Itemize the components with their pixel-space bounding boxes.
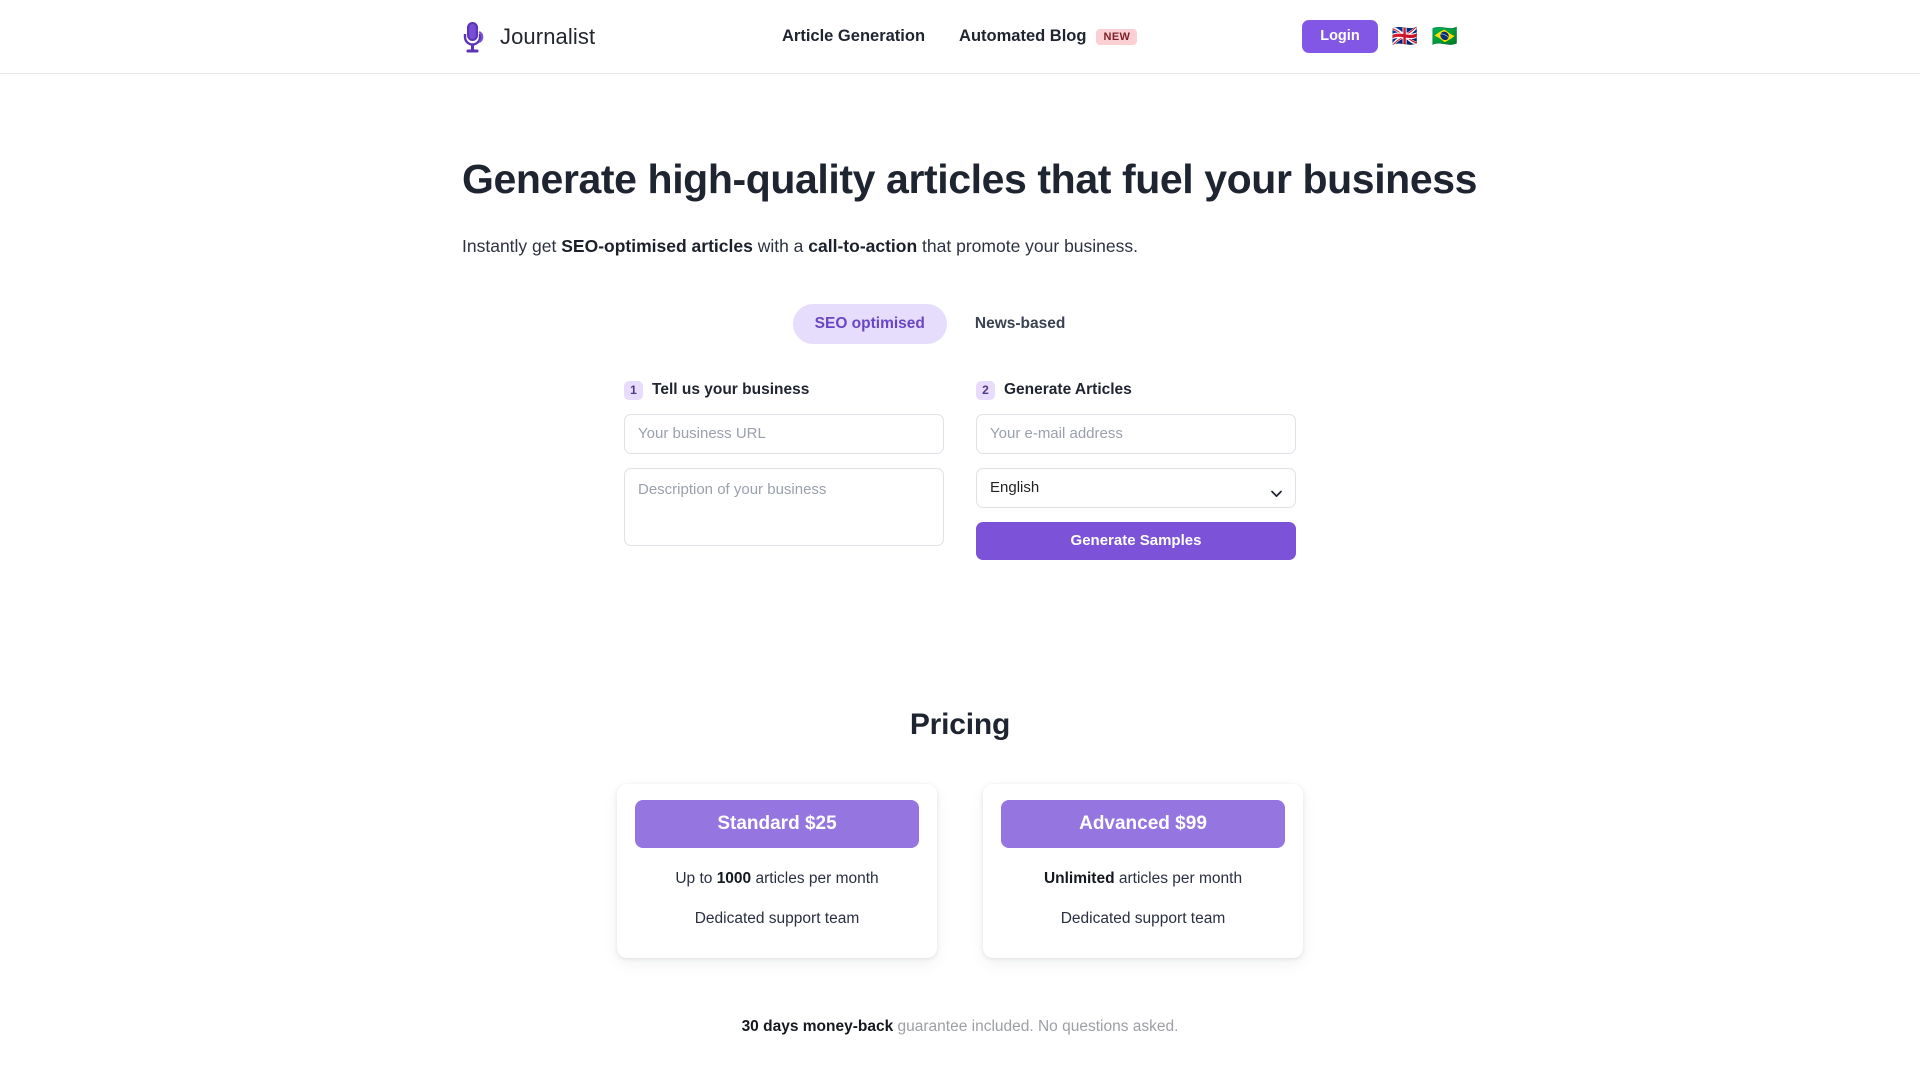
subtitle-bold-2: call-to-action: [808, 236, 918, 257]
step-1-number: 1: [624, 380, 643, 400]
plan-feature-support: Dedicated support team: [694, 909, 860, 927]
nav-item-article-generation[interactable]: Article Generation: [782, 27, 925, 46]
business-description-textarea[interactable]: [624, 467, 944, 546]
nav-item-label: Article Generation: [782, 27, 926, 45]
pricing-card-advanced: Advanced $99 Unlimited articles per mont…: [983, 783, 1303, 958]
pricing-title: Pricing: [909, 707, 1011, 741]
feature-text-bold: Unlimited: [1043, 869, 1115, 887]
tab-news-based[interactable]: News-based: [953, 304, 1087, 344]
language-select[interactable]: English: [976, 467, 1296, 508]
hero-section: Generate high-quality articles that fuel…: [0, 74, 1920, 560]
main-navigation: Article Generation Automated Blog NEW: [782, 27, 1138, 46]
plan-standard-button[interactable]: Standard $25: [635, 799, 919, 848]
microphone-icon: [462, 20, 488, 54]
step-1-header: 1 Tell us your business: [624, 380, 944, 400]
feature-text-post: articles per month: [751, 869, 879, 887]
step-2-number: 2: [976, 380, 995, 400]
plan-feature-articles: Unlimited articles per month: [1001, 870, 1285, 888]
guarantee-rest: guarantee included. No questions asked.: [893, 1017, 1179, 1035]
money-back-guarantee: 30 days money-back guarantee included. N…: [0, 1018, 1920, 1036]
subtitle-bold-1: SEO-optimised articles: [561, 236, 753, 257]
nav-item-automated-blog[interactable]: Automated Blog NEW: [959, 27, 1138, 46]
step-2-label: Generate Articles: [1004, 381, 1132, 399]
form-column-step-2: 2 Generate Articles English: [976, 380, 1296, 560]
plan-feature-support: Dedicated support team: [1060, 909, 1226, 927]
flag-united-kingdom-icon[interactable]: 🇬🇧: [1392, 26, 1418, 47]
brand-name: Journalist: [500, 23, 596, 49]
subtitle-text-2: with a: [752, 236, 809, 257]
flag-brazil-icon[interactable]: 🇧🇷: [1432, 26, 1458, 47]
guarantee-bold: 30 days money-back: [741, 1017, 894, 1035]
pricing-card-standard: Standard $25 Up to 1000 articles per mon…: [617, 783, 937, 958]
subtitle-text-1: Instantly get: [462, 236, 562, 257]
hero-subtitle: Instantly get SEO-optimised articles wit…: [462, 234, 1562, 259]
language-select-wrapper: English: [976, 467, 1296, 508]
plan-advanced-button[interactable]: Advanced $99: [1001, 799, 1285, 848]
plan-feature-articles: Up to 1000 articles per month: [635, 870, 919, 888]
lead-form: 1 Tell us your business 2 Generate Artic…: [624, 380, 1562, 560]
page-main: Generate high-quality articles that fuel…: [0, 74, 1920, 1036]
step-2-header: 2 Generate Articles: [976, 380, 1296, 400]
tab-seo-optimised[interactable]: SEO optimised: [792, 303, 947, 344]
form-column-step-1: 1 Tell us your business: [624, 380, 944, 560]
site-header: Journalist Article Generation Automated …: [0, 0, 1920, 74]
feature-text-pre: Up to: [675, 869, 717, 887]
subtitle-text-3: that promote your business.: [917, 236, 1138, 257]
step-1-label: Tell us your business: [652, 381, 810, 399]
feature-text-bold: 1000: [716, 869, 752, 887]
pricing-card-list: Standard $25 Up to 1000 articles per mon…: [0, 783, 1920, 958]
feature-text-post: articles per month: [1114, 869, 1243, 887]
nav-item-label: Automated Blog: [959, 27, 1087, 45]
business-url-input[interactable]: [624, 413, 944, 454]
login-button[interactable]: Login: [1302, 20, 1378, 53]
header-actions: Login 🇬🇧 🇧🇷: [1302, 20, 1458, 53]
pricing-section: Pricing Standard $25 Up to 1000 articles…: [0, 708, 1920, 1036]
generate-samples-button[interactable]: Generate Samples: [976, 521, 1296, 560]
page-title: Generate high-quality articles that fuel…: [462, 156, 1478, 202]
email-input[interactable]: [976, 413, 1296, 454]
brand-logo-link[interactable]: Journalist: [462, 20, 595, 54]
new-badge: NEW: [1096, 28, 1138, 45]
mode-tab-group: SEO optimised News-based: [390, 303, 1490, 344]
